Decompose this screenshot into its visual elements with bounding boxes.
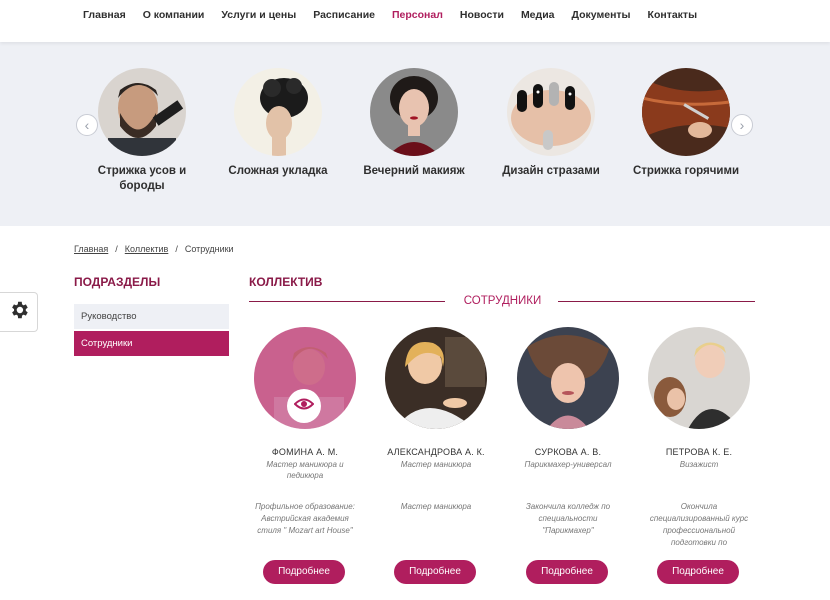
staff-card: АЛЕКСАНДРОВА А. К. Мастер маникюра Масте… [371,327,501,584]
staff-role: Мастер маникюра [400,460,472,469]
nav-item-media[interactable]: Медиа [521,9,555,21]
nav-item-about[interactable]: О компании [143,9,205,21]
service-label[interactable]: Сложная укладка [213,164,343,179]
breadcrumb-link-team[interactable]: Коллектив [125,244,169,254]
services-carousel: ‹ › Стрижка усов и бороды Сложная укладк… [0,42,830,226]
breadcrumb-link-home[interactable]: Главная [74,244,108,254]
staff-card: СУРКОВА А. В. Парикмахер-универсал Закон… [503,327,633,584]
divider-left [249,301,445,302]
staff-name[interactable]: ПЕТРОВА К. Е. [634,447,764,457]
staff-description: Закончила колледж по специальности "Пари… [525,502,611,535]
view-profile-button[interactable] [287,389,321,423]
staff-photo[interactable] [648,327,750,429]
more-button[interactable]: Подробнее [526,560,608,584]
staff-card: ФОМИНА А. М. Мастер маникюра и педикюра … [240,327,370,584]
nav-item-home[interactable]: Главная [83,9,126,21]
service-image-nails[interactable] [507,68,595,156]
staff-name[interactable]: АЛЕКСАНДРОВА А. К. [371,447,501,457]
service-image-beard[interactable] [98,68,186,156]
staff-photo[interactable] [254,327,356,429]
top-navigation: Главная О компании Услуги и цены Расписа… [0,0,830,42]
service-image-makeup[interactable] [370,68,458,156]
staff-role: Парикмахер-универсал [524,460,612,469]
staff-name[interactable]: СУРКОВА А. В. [503,447,633,457]
page-title: КОЛЛЕКТИВ [249,275,323,289]
service-item-nails[interactable]: Дизайн стразами [486,68,616,179]
staff-photo[interactable] [517,327,619,429]
nav-item-schedule[interactable]: Расписание [313,9,375,21]
staff-description: Окончила специализированный курс професс… [649,502,749,547]
eye-icon [293,397,315,416]
service-label[interactable]: Вечерний макияж [349,164,479,179]
nav-item-staff[interactable]: Персонал [392,9,443,21]
section-subtitle: СОТРУДНИКИ [463,295,542,307]
nav-item-services[interactable]: Услуги и цены [221,9,296,21]
more-button[interactable]: Подробнее [657,560,739,584]
breadcrumb-separator: / [175,244,178,254]
gear-icon [8,299,30,326]
service-label[interactable]: Стрижка усов и бороды [77,164,207,194]
nav-item-contacts[interactable]: Контакты [648,9,698,21]
service-image-hot-scissors[interactable] [642,68,730,156]
service-item-beard[interactable]: Стрижка усов и бороды [77,68,207,194]
divider-right [558,301,755,302]
settings-toggle-button[interactable] [0,292,38,332]
service-item-hot-scissors[interactable]: Стрижка горячими [621,68,751,179]
breadcrumb: Главная / Коллектив / Сотрудники [74,244,234,254]
more-button[interactable]: Подробнее [263,560,345,584]
staff-name[interactable]: ФОМИНА А. М. [240,447,370,457]
service-label[interactable]: Стрижка горячими [621,164,751,179]
staff-role: Визажист [679,460,719,469]
service-image-updo[interactable] [234,68,322,156]
sidebar-item-management[interactable]: Руководство [74,304,229,329]
service-label[interactable]: Дизайн стразами [486,164,616,179]
breadcrumb-separator: / [115,244,118,254]
staff-role: Мастер маникюра и педикюра [266,460,344,480]
staff-description: Профильное образование: Австрийская акад… [255,502,355,535]
breadcrumb-current: Сотрудники [184,244,234,254]
nav-item-news[interactable]: Новости [460,9,504,21]
sidebar-item-employees[interactable]: Сотрудники [74,331,229,356]
nav-menu: Главная О компании Услуги и цены Расписа… [83,9,714,21]
sidebar-title: ПОДРАЗДЕЛЫ [74,275,161,289]
service-item-updo[interactable]: Сложная укладка [213,68,343,179]
staff-photo[interactable] [385,327,487,429]
nav-item-documents[interactable]: Документы [571,9,630,21]
staff-card: ПЕТРОВА К. Е. Визажист Окончила специали… [634,327,764,584]
more-button[interactable]: Подробнее [394,560,476,584]
service-item-makeup[interactable]: Вечерний макияж [349,68,479,179]
staff-description: Мастер маникюра [400,502,472,511]
